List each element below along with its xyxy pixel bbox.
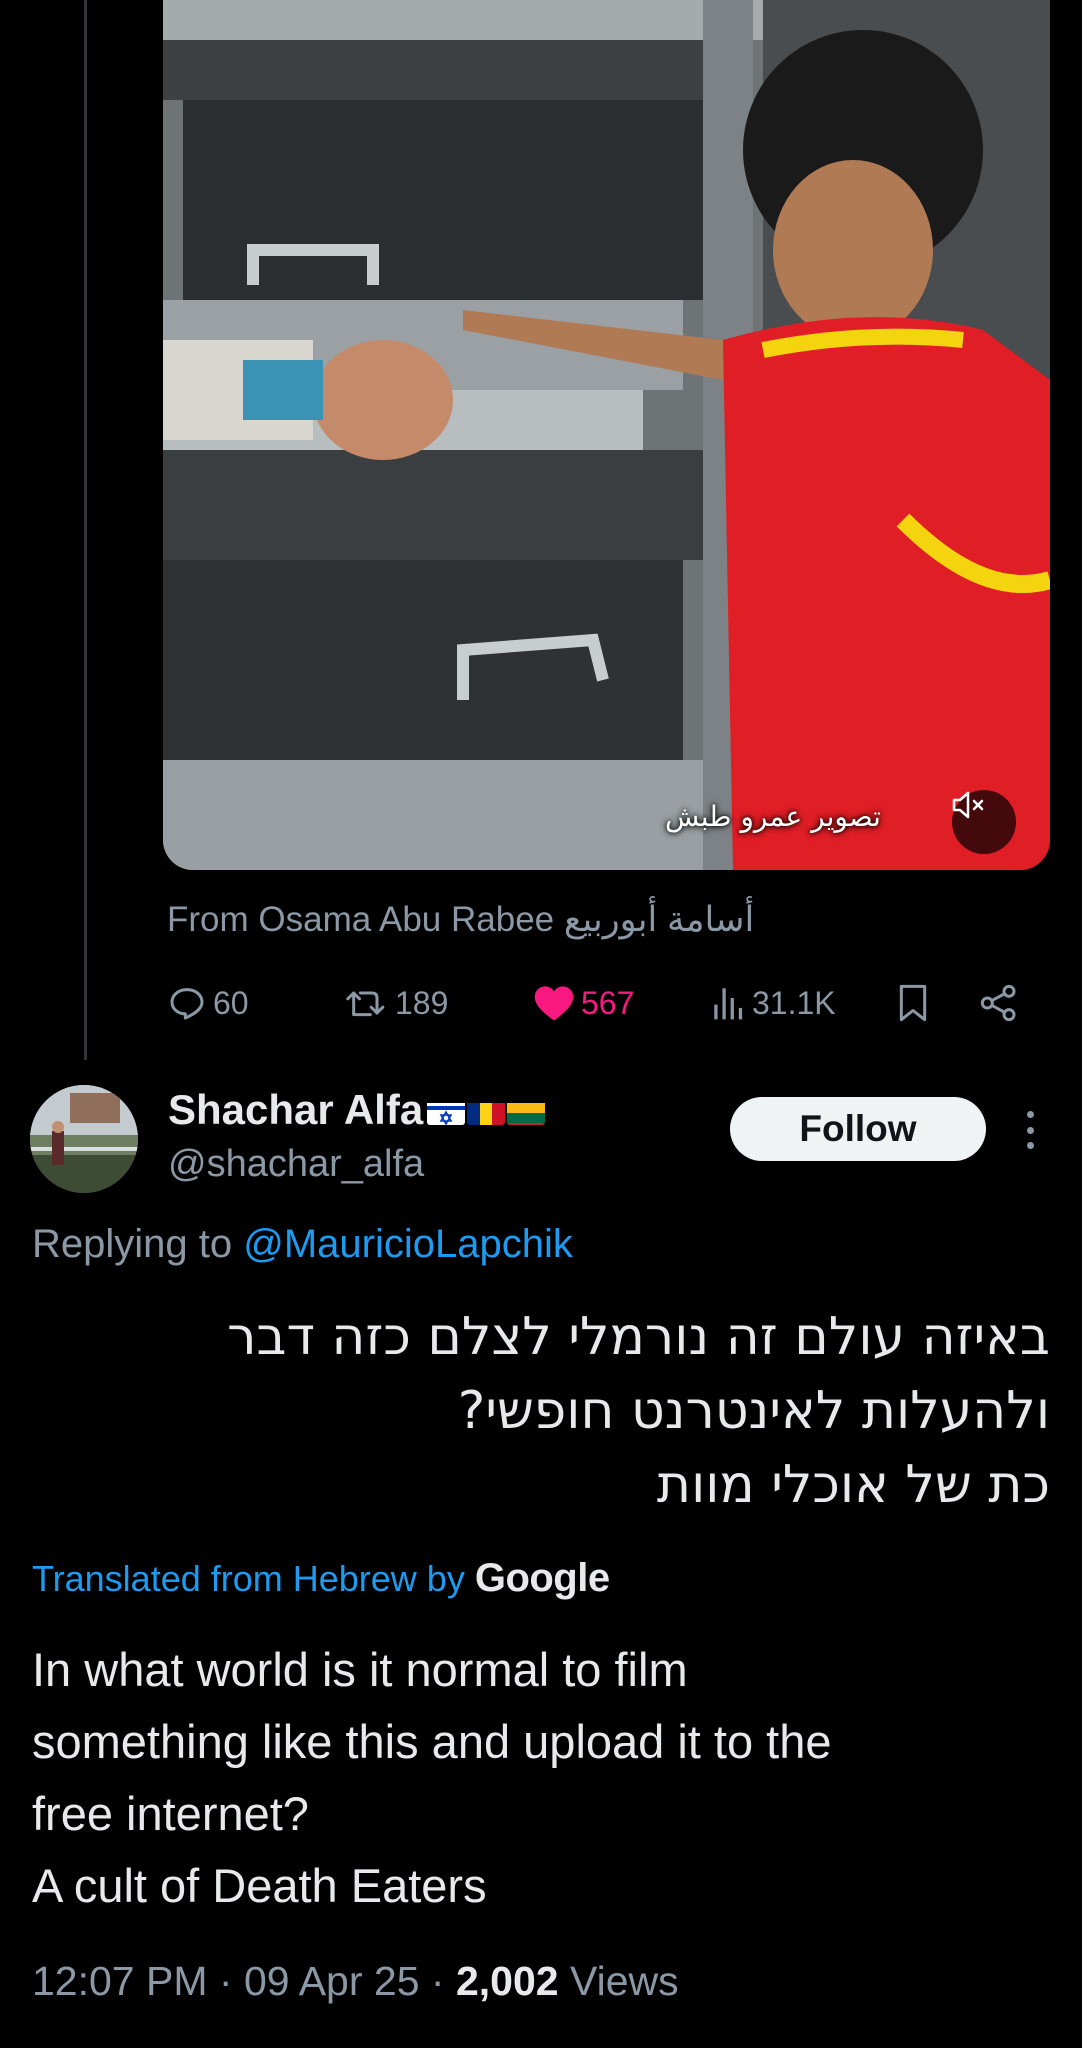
views-button[interactable]: 31.1K (712, 975, 836, 1031)
tweet-action-bar: 60 189 567 31.1K (167, 975, 1027, 1031)
speaker-muted-icon (952, 791, 984, 819)
video-player[interactable]: تصوير عمرو طبش (163, 0, 1050, 870)
repost-button[interactable]: 189 (345, 975, 448, 1031)
reply-button[interactable]: 60 (167, 975, 249, 1031)
lithuania-flag-icon (507, 1095, 546, 1125)
follow-button[interactable]: Follow (730, 1097, 986, 1161)
repost-icon (346, 991, 385, 1017)
romania-flag-icon (467, 1095, 506, 1125)
translation-line: In what world is it normal to film (32, 1643, 688, 1696)
thread-connector-line (84, 0, 87, 1060)
replying-to-line: Replying to @MauricioLapchik (32, 1222, 573, 1267)
share-icon (980, 984, 1016, 1022)
reply-icon (170, 988, 204, 1020)
translation-attribution[interactable]: Translated from Hebrew by Google (32, 1556, 610, 1601)
google-logo: Google (474, 1556, 610, 1600)
more-options-button[interactable] (1010, 1105, 1050, 1155)
tweet-time[interactable]: 12:07 PM (32, 1958, 208, 2004)
bookmark-icon (899, 984, 927, 1022)
user-handle[interactable]: @shachar_alfa (168, 1143, 424, 1186)
replying-to-prefix: Replying to (32, 1222, 233, 1266)
display-name[interactable]: Shachar Alfa (168, 1086, 546, 1134)
mute-button[interactable] (952, 790, 1016, 854)
like-button[interactable]: 567 (533, 975, 634, 1031)
translation-line: A cult of Death Eaters (32, 1859, 487, 1912)
meta-separator: · (430, 1958, 445, 2004)
tweet-metadata: 12:07 PM · 09 Apr 25 · 2,002 Views (32, 1958, 679, 2005)
translation-line: something like this and upload it to the (32, 1715, 832, 1768)
tweet-page: تصوير عمرو طبش From Osama Abu Rabee أسام… (0, 0, 1082, 2048)
tweet-text-original: באיזה עולם זה נורמלי לצלם כזה דבר ולהעלו… (50, 1300, 1050, 1522)
tweet-text-line: ולהעלות לאינטרנט חופשי? (457, 1381, 1050, 1441)
avatar[interactable] (30, 1085, 138, 1193)
reply-count: 60 (213, 984, 249, 1021)
meta-separator: · (218, 1958, 233, 2004)
repost-count: 189 (395, 984, 449, 1021)
like-count: 567 (581, 984, 635, 1021)
heart-icon (534, 986, 574, 1021)
tweet-views-count: 2,002 (455, 1958, 559, 2004)
tweet-text-line: כת של אוכלי מוות (656, 1455, 1050, 1515)
translated-prefix: Translated from Hebrew by (32, 1558, 465, 1599)
views-icon (714, 988, 743, 1020)
flag-emojis (427, 1095, 546, 1125)
share-button[interactable] (979, 975, 1019, 1031)
avatar-photo (30, 1085, 138, 1193)
bookmark-button[interactable] (897, 975, 929, 1031)
replying-to-mention[interactable]: @MauricioLapchik (243, 1222, 573, 1266)
israel-flag-icon (427, 1095, 466, 1125)
video-caption: تصوير عمرو طبش (665, 800, 881, 833)
tweet-date[interactable]: 09 Apr 25 (244, 1958, 420, 2004)
tweet-text-translation: In what world is it normal to film somet… (32, 1634, 1052, 1922)
more-dot-icon (1026, 1126, 1034, 1134)
more-dot-icon (1026, 1142, 1034, 1149)
more-dot-icon (1026, 1111, 1034, 1118)
tweet-text-line: באיזה עולם זה נורמלי לצלם כזה דבר (227, 1307, 1050, 1367)
media-source-attribution[interactable]: From Osama Abu Rabee أسامة أبوربيع (167, 900, 754, 940)
tweet-views-label: Views (569, 1958, 679, 2004)
translation-line: free internet? (32, 1787, 309, 1840)
display-name-text: Shachar Alfa (168, 1086, 424, 1133)
views-count: 31.1K (752, 984, 836, 1021)
video-frame-image (163, 0, 1050, 870)
